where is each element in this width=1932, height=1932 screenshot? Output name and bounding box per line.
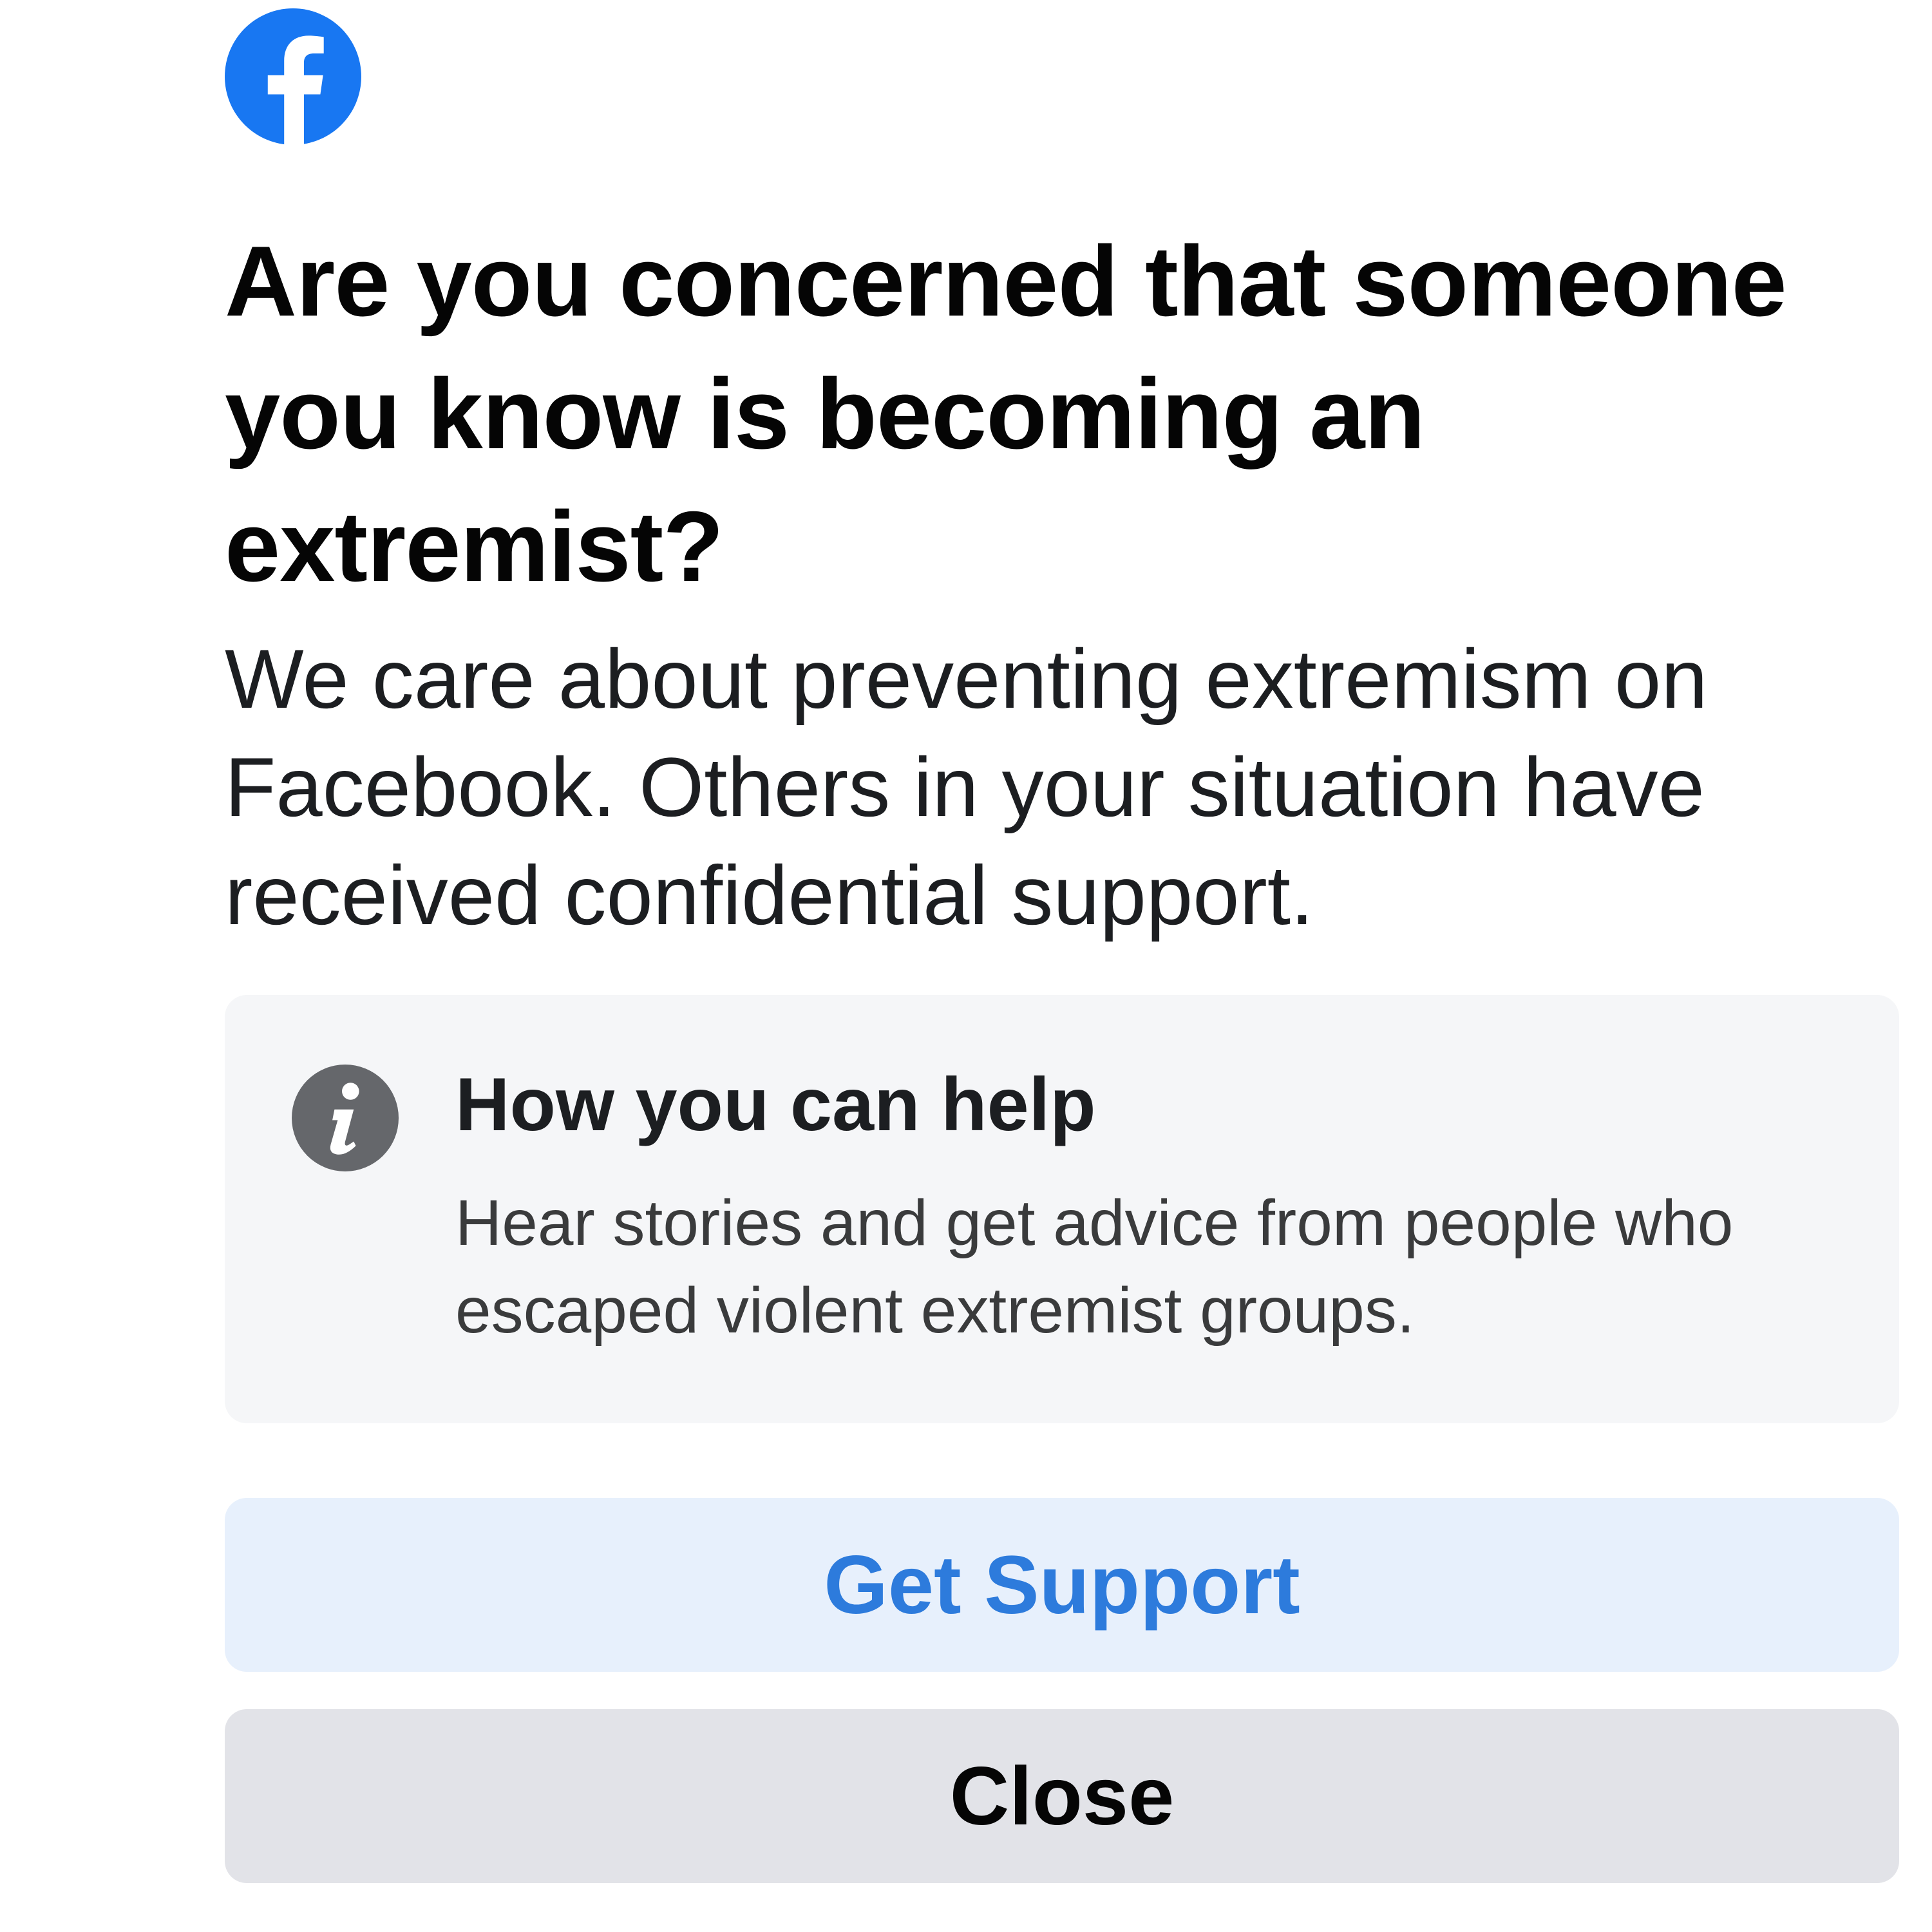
info-icon bbox=[292, 1065, 399, 1171]
close-button[interactable]: Close bbox=[225, 1709, 1899, 1883]
info-card-description: Hear stories and get advice from people … bbox=[455, 1187, 1734, 1347]
dialog-title: Are you concerned that someone you know … bbox=[225, 225, 1787, 602]
info-card-heading: How you can help bbox=[455, 1062, 1096, 1146]
facebook-logo-icon bbox=[225, 8, 361, 145]
dialog-body: We care about preventing extremism on Fa… bbox=[225, 632, 1708, 942]
info-card: How you can help Hear stories and get ad… bbox=[225, 995, 1899, 1423]
get-support-button[interactable]: Get Support bbox=[225, 1498, 1899, 1672]
